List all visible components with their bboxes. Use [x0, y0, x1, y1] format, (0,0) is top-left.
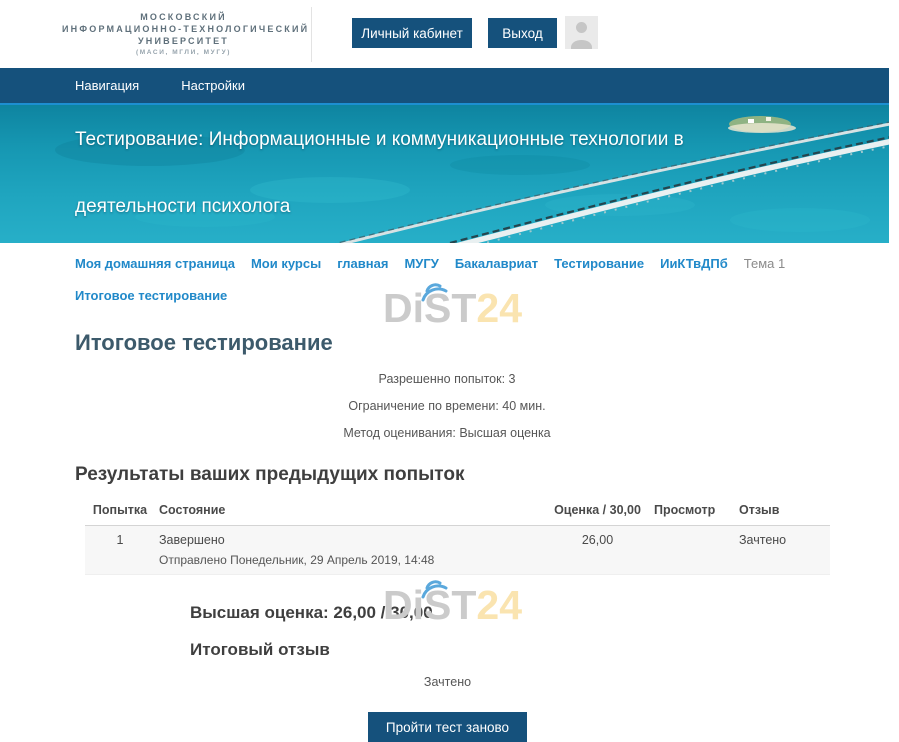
logo-line: ИНФОРМАЦИОННО-ТЕХНОЛОГИЧЕСКИЙ	[62, 23, 305, 35]
table-header-row: Попытка Состояние Оценка / 30,00 Просмот…	[85, 498, 830, 526]
dist24-watermark: DiST24	[383, 585, 522, 626]
col-header-feedback: Отзыв	[735, 498, 830, 526]
watermark-accent-text: 24	[476, 285, 522, 331]
state-cell: Завершено Отправлено Понедельник, 29 Апр…	[155, 526, 545, 575]
main-content: DiST24 DiST24 Моя домашняя страница Мои …	[0, 243, 889, 742]
logo-line: УНИВЕРСИТЕТ	[62, 35, 305, 47]
col-header-state: Состояние	[155, 498, 545, 526]
course-banner: Тестирование: Информационные и коммуника…	[0, 105, 889, 243]
user-avatar[interactable]	[565, 16, 598, 49]
final-feedback-heading: Итоговый отзыв	[190, 640, 819, 660]
quiz-title: Итоговое тестирование	[75, 330, 819, 356]
breadcrumb-item-bachelor[interactable]: Бакалавриат	[455, 256, 538, 272]
breadcrumb-item-home[interactable]: Моя домашняя страница	[75, 256, 235, 272]
breadcrumb-item-topic1: Тема 1	[744, 256, 785, 272]
quiz-info: Разрешенно попыток: 3 Ограничение по вре…	[75, 366, 819, 447]
avatar-person-icon	[571, 40, 592, 49]
dist24-watermark: DiST24	[383, 288, 522, 329]
feedback-cell: Зачтено	[735, 526, 830, 575]
attempt-number-cell: 1	[85, 526, 155, 575]
review-cell	[650, 526, 735, 575]
logo-line: МОСКОВСКИЙ	[62, 11, 305, 23]
attempts-allowed-text: Разрешенно попыток: 3	[75, 366, 819, 393]
logo-subtitle: (МАСИ, МГЛИ, МУГУ)	[62, 49, 305, 56]
wifi-signal-icon	[416, 570, 452, 600]
breadcrumb-item-my-courses[interactable]: Мои курсы	[251, 256, 321, 272]
attempts-table: Попытка Состояние Оценка / 30,00 Просмот…	[85, 498, 830, 575]
page: МОСКОВСКИЙ ИНФОРМАЦИОННО-ТЕХНОЛОГИЧЕСКИЙ…	[0, 0, 889, 742]
col-header-review: Просмотр	[650, 498, 735, 526]
course-title-line1: Тестирование: Информационные и коммуника…	[75, 129, 684, 151]
time-limit-text: Ограничение по времени: 40 мин.	[75, 393, 819, 420]
nav-item-navigation[interactable]: Навигация	[75, 78, 139, 93]
bridge-sea-image	[0, 105, 889, 243]
profile-button[interactable]: Личный кабинет	[352, 18, 472, 48]
breadcrumb-item-testing[interactable]: Тестирование	[554, 256, 644, 272]
wifi-signal-icon	[416, 273, 452, 303]
logout-button[interactable]: Выход	[488, 18, 557, 48]
state-detail-text: Отправлено Понедельник, 29 Апрель 2019, …	[159, 553, 541, 567]
reattempt-button[interactable]: Пройти тест заново	[368, 712, 527, 742]
results-heading: Результаты ваших предыдущих попыток	[75, 463, 819, 486]
final-feedback-value: Зачтено	[75, 675, 820, 689]
breadcrumb-item-main[interactable]: главная	[337, 256, 388, 272]
site-header: МОСКОВСКИЙ ИНФОРМАЦИОННО-ТЕХНОЛОГИЧЕСКИЙ…	[0, 0, 889, 68]
nav-item-settings[interactable]: Настройки	[181, 78, 245, 93]
breadcrumb-item-course-code[interactable]: ИиКТвДПб	[660, 256, 728, 272]
course-title-line2: деятельности психолога	[75, 196, 290, 218]
breadcrumb-item-final-test[interactable]: Итоговое тестирование	[75, 288, 227, 303]
reattempt-button-area: Пройти тест заново	[75, 712, 820, 742]
avatar-person-icon	[576, 22, 587, 33]
breadcrumb: Моя домашняя страница Мои курсы главная …	[75, 243, 819, 272]
grade-cell: 26,00	[545, 526, 650, 575]
col-header-attempt: Попытка	[85, 498, 155, 526]
breadcrumb-item-mugu[interactable]: МУГУ	[404, 256, 438, 272]
main-navbar: Навигация Настройки	[0, 68, 889, 105]
university-logo: МОСКОВСКИЙ ИНФОРМАЦИОННО-ТЕХНОЛОГИЧЕСКИЙ…	[62, 7, 312, 62]
table-row: 1 Завершено Отправлено Понедельник, 29 А…	[85, 526, 830, 575]
col-header-grade: Оценка / 30,00	[545, 498, 650, 526]
state-text: Завершено	[159, 533, 541, 547]
watermark-accent-text: 24	[476, 582, 522, 628]
grading-method-text: Метод оценивания: Высшая оценка	[75, 420, 819, 447]
